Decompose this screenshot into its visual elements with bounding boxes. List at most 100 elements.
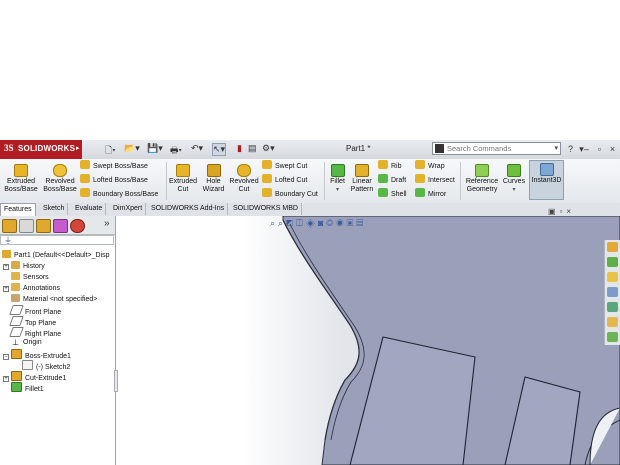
expand-toggle[interactable]: + xyxy=(3,376,9,382)
collapse-toggle[interactable]: − xyxy=(3,354,9,360)
lofted-boss-button[interactable]: Lofted Boss/Base xyxy=(80,174,148,186)
tree-item-front-plane[interactable]: Front Plane xyxy=(9,305,61,316)
section-view-icon[interactable]: ◫ xyxy=(296,218,306,228)
close-icon[interactable]: × xyxy=(566,207,575,216)
close-icon[interactable]: × xyxy=(607,143,618,155)
tree-item-cut-extrude1[interactable]: + Cut-Extrude1 xyxy=(3,371,66,382)
expand-toggle[interactable]: + xyxy=(3,286,9,292)
hide-show-items-icon[interactable]: ◎ xyxy=(326,218,336,228)
display-style-icon[interactable]: ◙ xyxy=(318,218,326,228)
custom-properties-icon[interactable] xyxy=(607,317,618,327)
feature-manager-tab-icon[interactable] xyxy=(2,219,17,233)
extruded-boss-button[interactable]: Extruded Boss/Base xyxy=(2,162,40,194)
minimize-icon[interactable]: – xyxy=(581,143,592,155)
draft-button[interactable]: Draft xyxy=(378,174,406,186)
forum-icon[interactable] xyxy=(607,332,618,342)
file-properties-icon[interactable]: ▤ xyxy=(248,143,257,156)
linear-pattern-button[interactable]: Linear Pattern xyxy=(348,162,376,194)
open-folder-icon[interactable]: 📂▾ xyxy=(124,143,140,156)
tab-solidworks-mbd[interactable]: SOLIDWORKS MBD xyxy=(230,203,302,215)
feature-tree-filter[interactable]: ⏚ xyxy=(0,235,114,245)
tree-item-top-plane[interactable]: Top Plane xyxy=(9,316,56,327)
tree-root[interactable]: Part1 (Default<<Default>_Disp xyxy=(2,250,110,260)
undo-icon[interactable]: ↶▾ xyxy=(191,143,203,156)
wrap-button[interactable]: Wrap xyxy=(415,160,445,172)
new-document-icon[interactable]: 🗋▾ xyxy=(105,143,116,156)
fillet-button[interactable]: Fillet ▾ xyxy=(326,162,349,194)
tab-dimxpert[interactable]: DimXpert xyxy=(110,203,147,215)
revolved-cut-button[interactable]: Revolved Cut xyxy=(228,162,260,194)
swept-boss-button[interactable]: Swept Boss/Base xyxy=(80,160,148,172)
appearances-icon[interactable] xyxy=(607,302,618,312)
zoom-area-icon[interactable]: ⌕ xyxy=(278,218,286,228)
part-model[interactable] xyxy=(116,216,620,465)
view-settings-icon[interactable]: ▤ xyxy=(356,218,366,228)
mirror-button[interactable]: Mirror xyxy=(415,188,446,200)
tab-solidworks-add-ins[interactable]: SOLIDWORKS Add-Ins xyxy=(148,203,229,215)
design-library-icon[interactable] xyxy=(607,257,618,267)
apply-scene-icon[interactable]: ▣ xyxy=(347,218,357,228)
display-manager-tab-icon[interactable] xyxy=(70,219,85,233)
tree-item-origin[interactable]: ⊥ Origin xyxy=(11,338,42,348)
boundary-boss-button[interactable]: Boundary Boss/Base xyxy=(80,188,158,200)
tree-item-annotations[interactable]: + Annotations xyxy=(3,283,60,293)
print-icon[interactable]: 🖶▾ xyxy=(170,143,182,156)
rib-button[interactable]: Rib xyxy=(378,160,402,172)
tree-item-sketch2[interactable]: (-) Sketch2 xyxy=(22,360,70,371)
options-icon[interactable]: ⚙▾ xyxy=(262,143,275,156)
solidworks-resources-icon[interactable] xyxy=(607,242,618,252)
restore-icon[interactable]: ▣ xyxy=(548,207,560,216)
boundary-cut-icon xyxy=(262,188,272,197)
material-icon xyxy=(11,294,20,302)
tree-item-sensors[interactable]: Sensors xyxy=(11,272,49,282)
zoom-to-fit-icon[interactable]: ⌕ xyxy=(270,218,278,228)
tool-label: Boundary Boss/Base xyxy=(93,191,159,198)
intersect-button[interactable]: Intersect xyxy=(415,174,455,186)
panel-splitter-handle[interactable] xyxy=(114,370,118,392)
tool-label: Hole xyxy=(206,178,221,185)
instant3d-button[interactable]: Instant3D xyxy=(529,160,564,200)
file-explorer-icon[interactable] xyxy=(607,272,618,282)
tree-item-history[interactable]: + History xyxy=(3,261,45,271)
tab-evaluate[interactable]: Evaluate xyxy=(72,203,107,215)
restore-icon[interactable]: ▫ xyxy=(594,143,605,155)
expand-toggle[interactable]: + xyxy=(3,264,9,270)
property-manager-tab-icon[interactable] xyxy=(19,219,34,233)
chevron-down-icon[interactable]: ▾ xyxy=(326,186,349,194)
extruded-boss-icon xyxy=(14,164,28,177)
view-palette-icon[interactable] xyxy=(607,287,618,297)
dimxpert-manager-tab-icon[interactable] xyxy=(53,219,68,233)
search-input[interactable] xyxy=(447,143,547,154)
tree-item-fillet1[interactable]: Fillet1 xyxy=(11,382,44,393)
expand-tabs-icon[interactable]: » xyxy=(104,218,110,229)
extruded-cut-button[interactable]: Extruded Cut xyxy=(167,162,199,194)
lofted-cut-button[interactable]: Lofted Cut xyxy=(262,174,307,186)
view-orientation-icon[interactable]: ◈ xyxy=(306,218,318,228)
save-icon[interactable]: 💾▾ xyxy=(147,143,163,156)
boundary-cut-button[interactable]: Boundary Cut xyxy=(262,188,318,200)
edit-appearance-icon[interactable]: ◉ xyxy=(336,218,346,228)
tab-features[interactable]: Features xyxy=(0,203,36,217)
graphics-area[interactable] xyxy=(116,216,620,465)
tree-item-right-plane[interactable]: Right Plane xyxy=(9,327,61,338)
chevron-down-icon[interactable]: ▾ xyxy=(554,144,558,152)
previous-view-icon[interactable]: ◩ xyxy=(286,218,296,228)
solidworks-menu-button[interactable]: 3S SOLIDWORKS ▸ xyxy=(0,140,82,159)
tool-label: Cut xyxy=(238,186,250,193)
tab-sketch[interactable]: Sketch xyxy=(40,203,69,215)
help-icon[interactable]: ? xyxy=(565,143,576,155)
hole-wizard-button[interactable]: Hole Wizard xyxy=(200,162,227,194)
rebuild-icon[interactable]: ▮ xyxy=(237,143,242,156)
chevron-right-icon: ▸ xyxy=(76,145,80,152)
tree-item-material[interactable]: Material <not specified> xyxy=(11,294,97,304)
select-pointer-icon[interactable]: ↖▾ xyxy=(212,143,227,156)
swept-cut-button[interactable]: Swept Cut xyxy=(262,160,307,172)
tree-item-boss-extrude1[interactable]: − Boss-Extrude1 xyxy=(3,349,71,360)
chevron-down-icon[interactable]: ▾ xyxy=(501,186,527,194)
curves-button[interactable]: Curves ▾ xyxy=(501,162,527,194)
shell-button[interactable]: Shell xyxy=(378,188,407,200)
revolved-boss-button[interactable]: Revolved Boss/Base xyxy=(42,162,78,194)
search-commands-box[interactable]: ▾ xyxy=(432,142,561,155)
reference-geometry-button[interactable]: Reference Geometry xyxy=(463,162,501,194)
configuration-manager-tab-icon[interactable] xyxy=(36,219,51,233)
